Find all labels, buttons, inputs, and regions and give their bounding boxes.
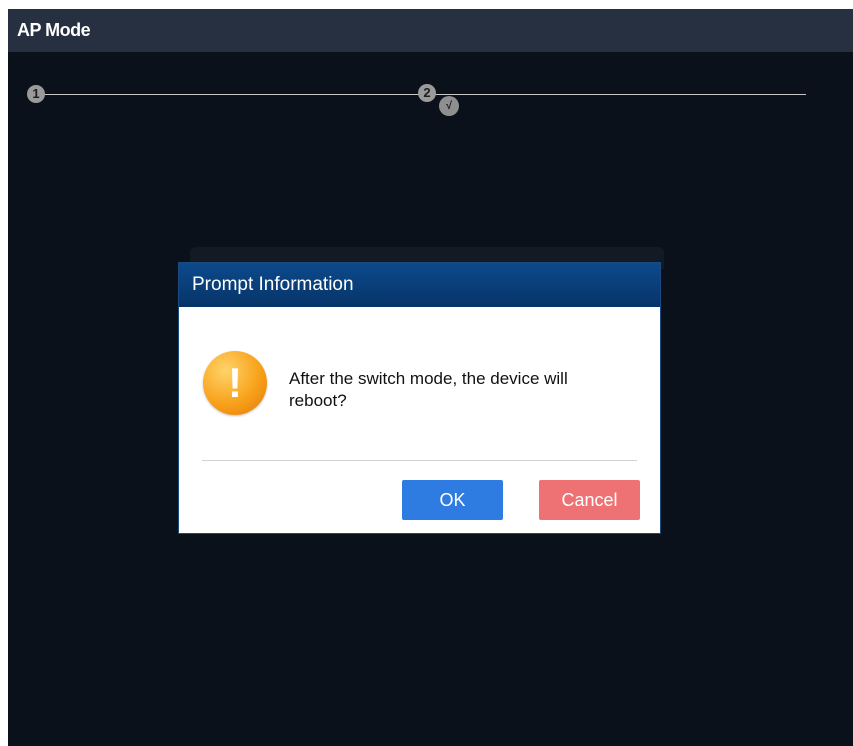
step-progress-line-1 [36,94,428,95]
step-complete-icon: √ [439,96,459,116]
dialog-divider [202,460,637,461]
step-progress-line-2 [434,94,806,95]
dialog-title: Prompt Information [192,274,354,295]
dialog-message: After the switch mode, the device will r… [289,369,568,410]
title-bar: AP Mode [8,9,853,52]
warning-icon: ! [203,351,267,415]
window-title: AP Mode [17,20,91,40]
cancel-button[interactable]: Cancel [539,480,640,520]
step-1-indicator: 1 [27,85,45,103]
prompt-dialog: Prompt Information ! After the switch mo… [178,262,661,534]
step-2-indicator: 2 [418,84,436,102]
app-window: AP Mode 1 2 √ Prompt Information ! After… [8,9,853,746]
ok-button[interactable]: OK [402,480,503,520]
dialog-header: Prompt Information [179,263,660,307]
